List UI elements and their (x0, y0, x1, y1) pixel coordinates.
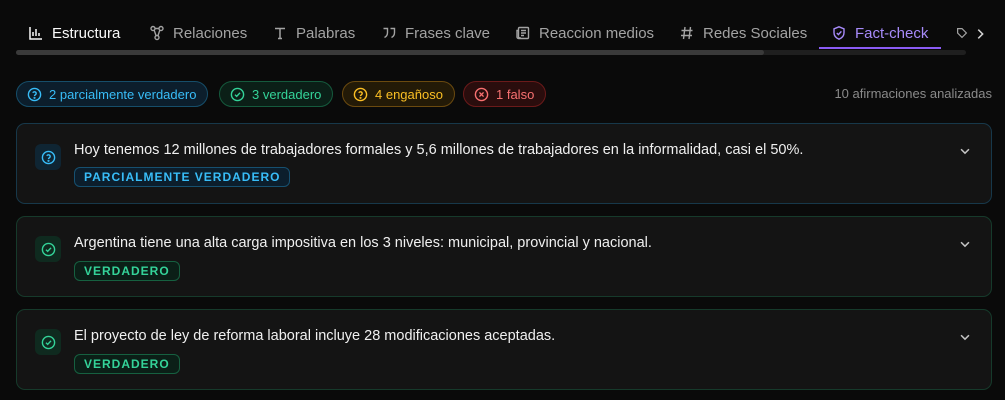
tab-label: Fact-check (855, 24, 929, 42)
tab-redes-sociales[interactable]: Redes Sociales (679, 16, 807, 50)
chevron-right-icon (977, 29, 984, 39)
badge-label: 1 falso (496, 86, 535, 102)
bar-chart-icon (28, 25, 44, 41)
badge-label: 4 engañoso (375, 86, 443, 102)
claim-text: Argentina tiene una alta carga impositiv… (74, 235, 652, 251)
hash-icon (679, 25, 695, 41)
check-circle-icon (230, 87, 245, 102)
claim-card[interactable]: Argentina tiene una alta carga impositiv… (16, 216, 992, 297)
tabs-scrollbar-thumb[interactable] (16, 50, 764, 55)
partial-count-badge[interactable]: 2 parcialmente verdadero (16, 81, 209, 107)
verdict-badge: PARCIALMENTE VERDADERO (74, 167, 291, 187)
tab-label: Relaciones (173, 24, 248, 42)
verdict-badge: VERDADERO (74, 354, 180, 374)
chevron-down-icon[interactable] (957, 329, 973, 345)
question-circle-icon (35, 144, 61, 170)
question-circle-icon (353, 87, 368, 102)
tab-bar: Estructura Relaciones Palabras Frases cl… (0, 0, 1005, 58)
active-tab-indicator (819, 47, 941, 49)
true-count-badge[interactable]: 3 verdadero (219, 81, 334, 107)
check-circle-icon (35, 329, 61, 355)
false-count-badge[interactable]: 1 falso (463, 81, 547, 107)
overflow-tab-icon (957, 28, 968, 39)
tab-estructura[interactable]: Estructura (28, 16, 120, 50)
newspaper-icon (515, 25, 531, 41)
badge-label: 3 verdadero (252, 86, 322, 102)
chevron-down-icon[interactable] (957, 143, 973, 159)
network-icon (149, 25, 165, 41)
tab-reaccion-medios[interactable]: Reaccion medios (515, 16, 654, 50)
scroll-tabs-right-button[interactable] (970, 23, 990, 45)
claim-card[interactable]: Hoy tenemos 12 millones de trabajadores … (16, 123, 992, 204)
check-circle-icon (35, 236, 61, 262)
type-icon (272, 25, 288, 41)
analyzed-count: 10 afirmaciones analizadas (834, 86, 992, 101)
shield-check-icon (831, 25, 847, 41)
chevron-down-icon[interactable] (957, 236, 973, 252)
tab-label: Palabras (296, 24, 356, 42)
tab-label: Reaccion medios (539, 24, 655, 42)
tab-frases-clave[interactable]: Frases clave (381, 16, 490, 50)
tab-palabras[interactable]: Palabras (272, 16, 355, 50)
tab-overflow-partial (955, 16, 969, 50)
verdict-badge: VERDADERO (74, 261, 180, 281)
claim-text: Hoy tenemos 12 millones de trabajadores … (74, 142, 804, 158)
claim-card[interactable]: El proyecto de ley de reforma laboral in… (16, 309, 992, 390)
tab-label: Frases clave (405, 24, 491, 42)
tab-relaciones[interactable]: Relaciones (149, 16, 247, 50)
tab-label: Estructura (52, 24, 121, 42)
question-circle-icon (27, 87, 42, 102)
x-circle-icon (474, 87, 489, 102)
badge-label: 2 parcialmente verdadero (49, 86, 197, 102)
fact-check-summary: 2 parcialmente verdadero 3 verdadero 4 e… (16, 81, 992, 107)
tab-fact-check[interactable]: Fact-check (831, 16, 928, 50)
claim-text: El proyecto de ley de reforma laboral in… (74, 328, 556, 344)
misleading-count-badge[interactable]: 4 engañoso (342, 81, 455, 107)
quote-icon (381, 25, 397, 41)
tab-label: Redes Sociales (703, 24, 808, 42)
